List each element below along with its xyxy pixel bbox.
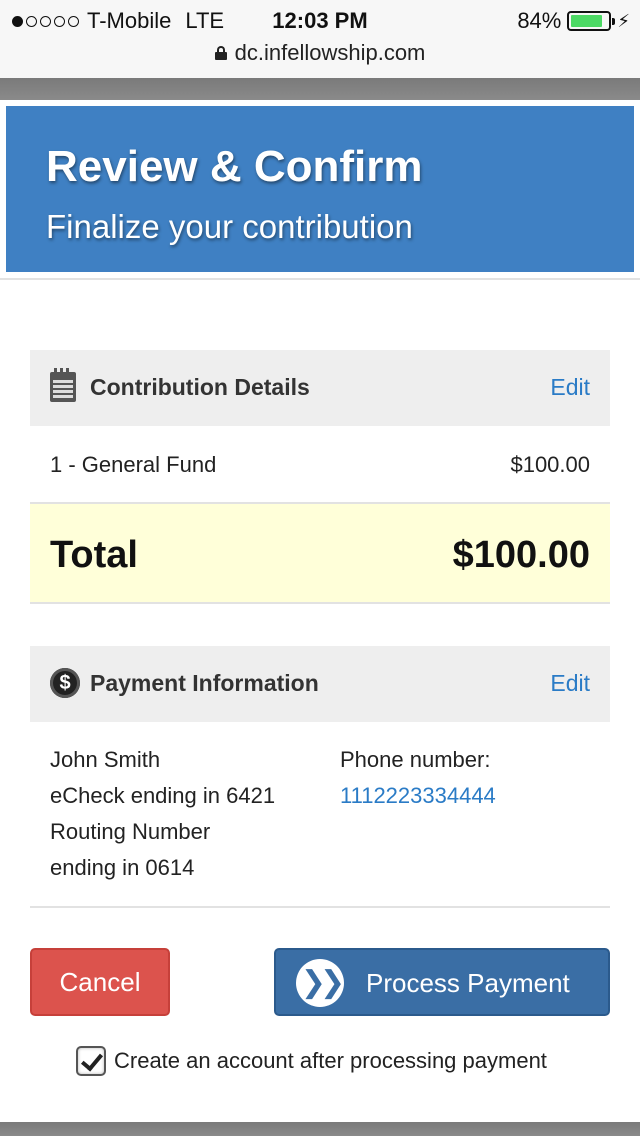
payment-method: eCheck ending in 6421 [50,783,276,808]
payment-information-title: Payment Information [90,670,319,696]
create-account-checkbox[interactable] [76,1046,106,1076]
payer-name: John Smith [50,747,161,772]
status-right: 84% ⚡ [517,8,630,34]
phone-label: Phone number: [340,747,491,772]
address-bar[interactable]: dc.infellowship.com [0,40,640,66]
total-amount: $100.00 [452,534,590,576]
charging-icon: ⚡ [617,10,630,31]
cancel-button[interactable]: Cancel [30,948,170,1016]
phone-details: Phone number: 1112223334444 [340,742,496,814]
page-title: Review & Confirm [46,142,423,191]
create-account-option: Create an account after processing payme… [76,1046,547,1076]
payment-information-header: $ Payment Information Edit [30,646,610,722]
divider [30,906,610,908]
browser-chrome: T-Mobile LTE 12:03 PM 84% ⚡ dc.infellows… [0,0,640,78]
battery-fill [571,15,602,27]
payment-details: John Smith eCheck ending in 6421 Routing… [50,742,275,886]
contribution-details-header: Contribution Details Edit [30,350,610,426]
process-payment-label: Process Payment [366,968,570,998]
routing-number-label: Routing Number [50,819,211,844]
edit-contribution-link[interactable]: Edit [550,374,590,401]
lock-icon [214,46,227,60]
divider [0,278,640,280]
process-payment-button[interactable]: ❯❯ Process Payment [274,948,610,1016]
phone-number-link[interactable]: 1112223334444 [340,778,496,814]
create-account-label[interactable]: Create an account after processing payme… [114,1048,547,1074]
fund-amount: $100.00 [510,452,590,477]
contribution-details-title: Contribution Details [90,374,310,400]
dollar-coin-icon: $ [50,668,80,698]
toolbar-divider [0,78,640,100]
battery-percent: 84% [517,8,562,33]
fund-name: 1 - General Fund [50,452,217,477]
page-subtitle: Finalize your contribution [46,208,413,245]
edit-payment-link[interactable]: Edit [550,670,590,697]
total-label: Total [50,534,138,576]
total-row: Total $100.00 [30,504,610,604]
status-bar: T-Mobile LTE 12:03 PM 84% ⚡ [0,8,640,36]
calendar-icon [50,368,76,402]
url-text: dc.infellowship.com [234,40,426,65]
battery-icon [567,11,616,31]
bottom-toolbar-edge [0,1122,640,1136]
routing-number-value: ending in 0614 [50,855,195,880]
double-chevron-right-icon: ❯❯ [296,959,345,1007]
page-header: Review & Confirm Finalize your contribut… [6,106,634,272]
